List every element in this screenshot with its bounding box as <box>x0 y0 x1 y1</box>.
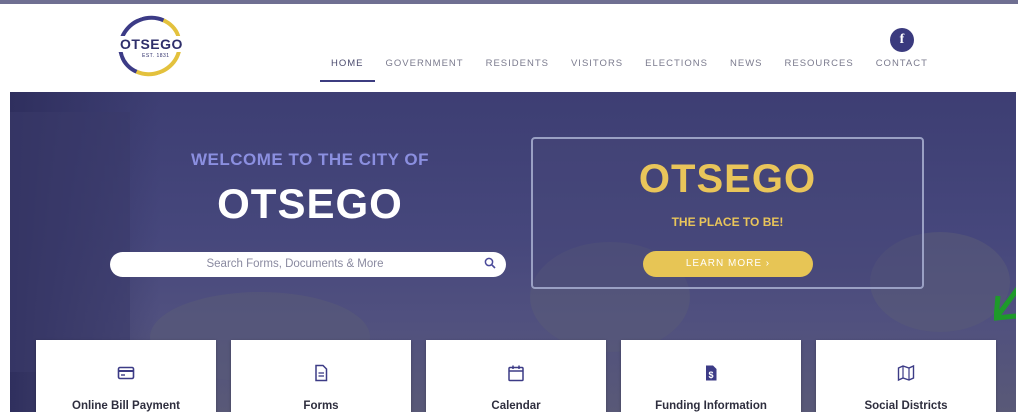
promo-title: OTSEGO <box>638 157 817 201</box>
card-social-districts[interactable]: Social Districts <box>816 340 996 412</box>
calendar-icon <box>508 365 524 382</box>
city-name-heading: OTSEGO <box>217 180 403 227</box>
hero-banner: WELCOME TO THE CITY OF OTSEGO Search For… <box>10 92 1016 412</box>
nav-resources[interactable]: RESOURCES <box>774 58 865 80</box>
search-input[interactable]: Search Forms, Documents & More <box>110 258 480 270</box>
learn-more-button[interactable]: LEARN MORE › <box>643 251 813 277</box>
logo-est: EST. 1831 <box>142 53 170 59</box>
nav-home[interactable]: HOME <box>320 58 375 82</box>
welcome-heading: WELCOME TO THE CITY OF <box>191 150 429 169</box>
promo-panel: OTSEGO THE PLACE TO BE! LEARN MORE › <box>531 137 924 289</box>
nav-government[interactable]: GOVERNMENT <box>375 58 475 80</box>
nav-news[interactable]: NEWS <box>719 58 774 80</box>
credit-card-icon <box>117 366 135 380</box>
card-label: Online Bill Payment <box>72 400 180 412</box>
card-label: Calendar <box>491 400 541 412</box>
facebook-icon[interactable]: f <box>890 28 914 52</box>
search-icon[interactable] <box>484 257 496 269</box>
main-nav: HOME GOVERNMENT RESIDENTS VISITORS ELECT… <box>320 58 939 82</box>
card-label: Forms <box>303 400 339 412</box>
card-funding-information[interactable]: $ Funding Information <box>621 340 801 412</box>
site-search[interactable]: Search Forms, Documents & More <box>110 252 506 277</box>
document-icon <box>315 364 328 382</box>
site-header: OTSEGO EST. 1831 HOME GOVERNMENT RESIDEN… <box>0 4 1018 92</box>
logo-text: OTSEGO <box>118 36 185 52</box>
nav-residents[interactable]: RESIDENTS <box>475 58 560 80</box>
green-arrow-icon <box>994 286 1016 321</box>
card-label: Social Districts <box>864 400 948 412</box>
otsego-logo[interactable]: OTSEGO EST. 1831 <box>109 6 196 86</box>
svg-text:$: $ <box>708 370 713 380</box>
card-calendar[interactable]: Calendar <box>426 340 606 412</box>
map-icon <box>897 364 915 382</box>
dollar-document-icon: $ <box>706 365 717 381</box>
nav-contact[interactable]: CONTACT <box>865 58 939 80</box>
nav-visitors[interactable]: VISITORS <box>560 58 634 80</box>
card-online-bill-payment[interactable]: Online Bill Payment <box>36 340 216 412</box>
card-forms[interactable]: Forms <box>231 340 411 412</box>
card-label: Funding Information <box>655 400 767 412</box>
nav-elections[interactable]: ELECTIONS <box>634 58 719 80</box>
background-building <box>10 112 130 372</box>
promo-subtitle: THE PLACE TO BE! <box>671 215 784 229</box>
